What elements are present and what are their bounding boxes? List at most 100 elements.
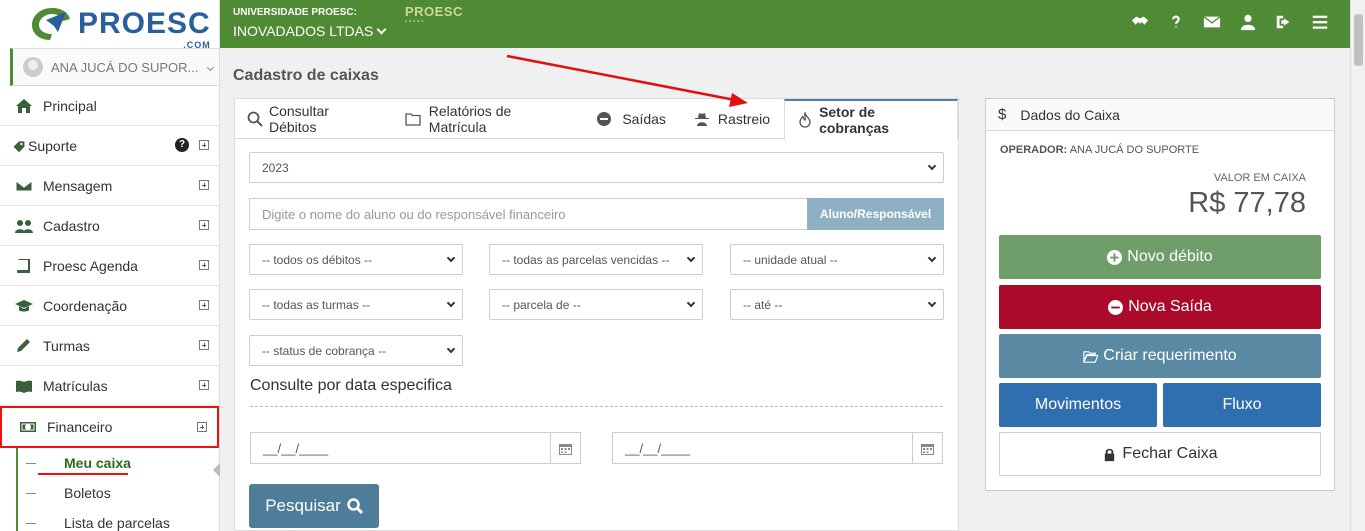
fire-icon	[797, 112, 813, 128]
chevron-down-icon	[446, 253, 456, 263]
date-from-input[interactable]: __/__/____	[250, 432, 581, 464]
student-search-input[interactable]: Digite o nome do aluno ou do responsável…	[249, 198, 809, 230]
tab-label: Relatórios de Matrícula	[428, 103, 512, 135]
close-cashbox-button[interactable]: Fechar Caixa	[999, 432, 1321, 476]
sidebar-item-label: Principal	[43, 97, 97, 114]
cashbox-panel: $ Dados do Caixa OPERADOR: ANA JUCÁ DO S…	[985, 98, 1335, 491]
tab-bar: Consultar Débitos Relatórios de Matrícul…	[235, 99, 959, 140]
lock-icon	[1105, 448, 1115, 461]
installments-select[interactable]: -- todas as parcelas vencidas --	[489, 244, 703, 275]
unit-name: INOVADADOS LTDAS	[233, 23, 374, 39]
button-label: Nova Saída	[1128, 298, 1212, 315]
classes-select[interactable]: -- todas as turmas --	[249, 289, 463, 320]
billing-status-select[interactable]: -- status de cobrança --	[249, 335, 463, 366]
tree-dash	[26, 523, 36, 524]
tab-label: Saídas	[622, 111, 666, 127]
debts-select[interactable]: -- todos os débitos --	[249, 244, 463, 275]
home-icon	[14, 98, 34, 114]
hamburger-menu-icon[interactable]	[1310, 12, 1330, 32]
folder-open-icon	[1083, 350, 1099, 363]
sidebar-item-matriculas[interactable]: Matrículas	[0, 366, 219, 406]
unit-select[interactable]: -- unidade atual --	[730, 244, 944, 275]
proesc-logo[interactable]: PROESC .COM	[0, 0, 219, 50]
expand-icon[interactable]	[199, 140, 209, 150]
chevron-down-icon	[927, 253, 937, 263]
top-header: UNIVERSIDADE PROESC: INOVADADOS LTDAS PR…	[220, 0, 1350, 48]
user-menu[interactable]: ANA JUCÁ DO SUPOR...	[10, 48, 219, 86]
proesc-logo-icon	[32, 8, 70, 40]
submenu-lista-de-parcelas[interactable]: Lista de parcelas	[36, 508, 219, 531]
calendar-icon[interactable]	[550, 433, 580, 463]
minus-circle-icon	[596, 111, 612, 127]
search-icon	[347, 498, 363, 514]
sidebar-item-cadastro[interactable]: Cadastro	[0, 206, 219, 246]
scrollbar-thumb[interactable]	[1354, 14, 1363, 66]
page-scrollbar[interactable]	[1350, 0, 1365, 531]
tab-relatorios-de-matricula[interactable]: Relatórios de Matrícula	[389, 99, 581, 139]
expand-icon[interactable]	[199, 300, 209, 310]
page-title: Cadastro de caixas	[233, 67, 379, 84]
search-submit-button[interactable]: Pesquisar	[249, 484, 379, 528]
tree-dash	[26, 463, 36, 464]
expand-icon[interactable]	[199, 380, 209, 390]
new-exit-button[interactable]: Nova Saída	[999, 285, 1321, 329]
flow-button[interactable]: Fluxo	[1163, 383, 1321, 427]
tab-saidas[interactable]: Saídas	[580, 99, 678, 139]
tab-rastreio[interactable]: Rastreio	[678, 99, 782, 139]
submenu-boletos[interactable]: Boletos	[36, 478, 219, 508]
user-name: ANA JUCÁ DO SUPOR...	[51, 59, 199, 75]
chevron-down-icon	[686, 298, 696, 308]
student-responsible-button[interactable]: Aluno/Responsável	[807, 198, 944, 230]
sidebar-item-coordenacao[interactable]: Coordenação	[0, 286, 219, 326]
parcel-to-select[interactable]: -- até --	[730, 289, 944, 320]
financeiro-submenu: Meu caixa Boletos Lista de parcelas	[16, 448, 219, 531]
expand-icon[interactable]	[199, 260, 209, 270]
graduation-cap-icon	[14, 298, 34, 314]
unit-selector[interactable]: INOVADADOS LTDAS	[233, 23, 387, 39]
sidebar-item-suporte[interactable]: Suporte ?	[0, 126, 219, 166]
collapse-icon[interactable]	[197, 422, 207, 432]
year-select[interactable]: 2023	[249, 152, 944, 183]
operator-info: OPERADOR: ANA JUCÁ DO SUPORTE	[1000, 144, 1200, 156]
sidebar-item-proesc-agenda[interactable]: Proesc Agenda	[0, 246, 219, 286]
expand-icon[interactable]	[199, 340, 209, 350]
parcel-from-select[interactable]: -- parcela de --	[489, 289, 703, 320]
calendar-icon[interactable]	[912, 433, 942, 463]
create-request-button[interactable]: Criar requerimento	[999, 334, 1321, 378]
tab-setor-de-cobrancas[interactable]: Setor de cobranças	[784, 99, 959, 140]
cash-value-label: VALOR EM CAIXA	[1213, 172, 1306, 184]
sidebar-item-financeiro[interactable]: Financeiro	[0, 406, 219, 448]
sidebar-item-label: Matrículas	[43, 377, 108, 394]
expand-icon[interactable]	[199, 180, 209, 190]
sidebar-item-mensagem[interactable]: Mensagem	[0, 166, 219, 206]
movements-button[interactable]: Movimentos	[999, 383, 1157, 427]
chevron-down-icon	[207, 63, 215, 71]
minus-circle-icon	[1108, 299, 1124, 315]
pencil-icon	[14, 338, 34, 354]
sign-out-icon[interactable]	[1274, 12, 1294, 32]
chevron-down-icon	[376, 24, 387, 35]
sidebar-item-label: Proesc Agenda	[43, 257, 138, 274]
tab-consultar-debitos[interactable]: Consultar Débitos	[235, 99, 389, 139]
spy-icon	[694, 111, 710, 127]
envelope-icon[interactable]	[1202, 12, 1222, 32]
header-icons	[1130, 12, 1330, 32]
chevron-down-icon	[686, 253, 696, 263]
sidebar: PROESC .COM ANA JUCÁ DO SUPOR... Princip…	[0, 0, 220, 531]
proesc-mini-logo: PROESC •••••	[405, 4, 463, 25]
sidebar-item-principal[interactable]: Principal	[0, 86, 219, 126]
user-icon[interactable]	[1238, 12, 1258, 32]
sidebar-collapse-handle[interactable]	[213, 463, 220, 477]
expand-icon[interactable]	[199, 220, 209, 230]
date-to-input[interactable]: __/__/____	[612, 432, 943, 464]
chevron-down-icon	[927, 298, 937, 308]
new-debit-button[interactable]: Novo débito	[999, 235, 1321, 279]
search-placeholder: Digite o nome do aluno ou do responsável…	[262, 206, 566, 222]
handshake-icon[interactable]	[1130, 12, 1150, 32]
help-icon[interactable]	[1166, 12, 1186, 32]
proesc-wordmark: PROESC .COM	[78, 7, 211, 50]
sidebar-item-turmas[interactable]: Turmas	[0, 326, 219, 366]
help-icon[interactable]: ?	[175, 138, 189, 152]
sidebar-item-label: Financeiro	[47, 419, 113, 435]
book-icon	[14, 258, 34, 274]
